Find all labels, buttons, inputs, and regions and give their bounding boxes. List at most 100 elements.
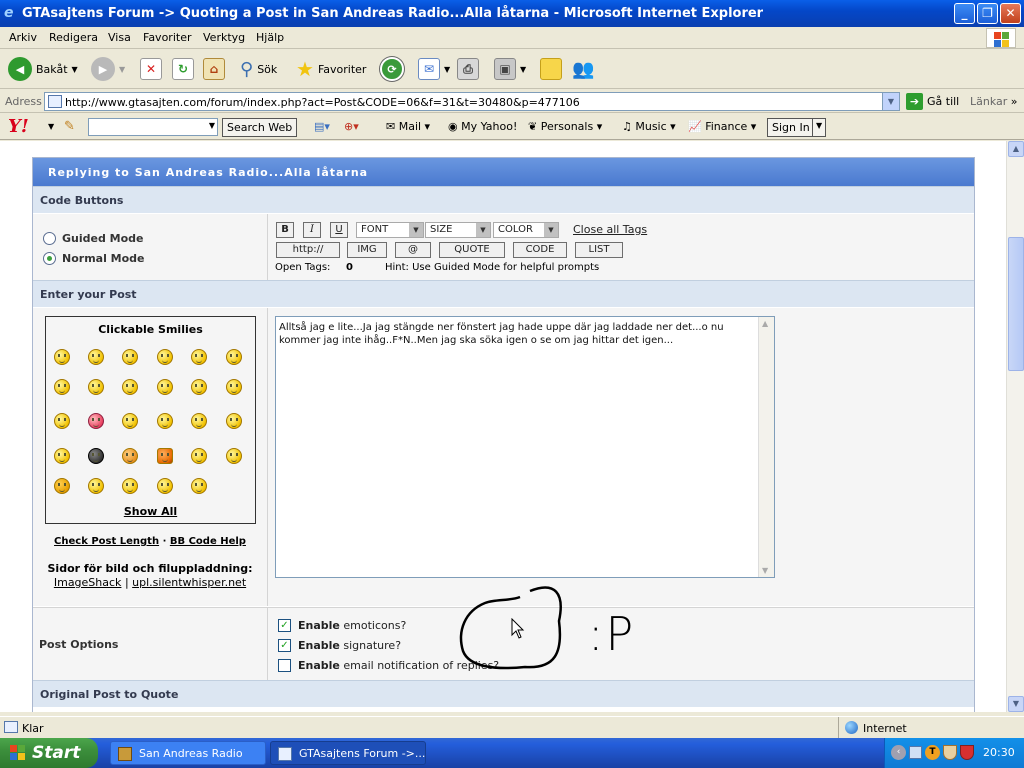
smiley-shocked-icon[interactable] — [54, 478, 70, 494]
t-tray-icon[interactable]: T — [925, 745, 940, 760]
italic-button[interactable]: I — [303, 222, 321, 238]
scroll-up-icon[interactable]: ▲ — [762, 319, 768, 328]
font-select[interactable]: FONT ▼ — [356, 222, 424, 238]
go-button[interactable]: ➔ Gå till — [906, 93, 959, 110]
smiley-icon[interactable] — [122, 448, 138, 464]
emoticons-checkbox[interactable]: ✓ Enable emoticons? — [278, 619, 406, 632]
smiley-icon[interactable] — [226, 349, 242, 365]
menu-verktyg[interactable]: Verktyg — [203, 31, 245, 44]
smiley-icon[interactable] — [226, 448, 242, 464]
yahoo-logo[interactable]: Y! — [8, 116, 29, 137]
show-all-smilies-link[interactable]: Show All — [46, 505, 255, 518]
tray-collapse-icon[interactable]: ‹ — [891, 745, 906, 760]
yahoo-search-input[interactable]: ▼ — [88, 118, 218, 136]
maximize-button[interactable]: ❐ — [977, 3, 998, 24]
favorites-button[interactable]: ★ Favoriter — [296, 55, 366, 83]
smiley-icon[interactable] — [157, 349, 173, 365]
yahoo-my-yahoo[interactable]: ◉ My Yahoo! — [448, 120, 517, 133]
taskbar-item-forum[interactable]: GTAsajtens Forum ->... — [270, 741, 426, 765]
messenger-button[interactable]: 👥 — [572, 55, 594, 83]
smiley-icon[interactable] — [191, 478, 207, 494]
scroll-up-icon[interactable]: ▲ — [1008, 141, 1024, 157]
back-dropdown-icon[interactable]: ▼ — [72, 65, 78, 74]
start-button[interactable]: Start — [0, 738, 98, 768]
sign-in-dropdown-icon[interactable]: ▼ — [812, 118, 827, 137]
underline-button[interactable]: U — [330, 222, 348, 238]
img-button[interactable]: IMG — [347, 242, 387, 258]
smiley-love-icon[interactable] — [88, 413, 104, 429]
smiley-icon[interactable] — [54, 349, 70, 365]
yahoo-finance[interactable]: 📈 Finance ▾ — [688, 120, 756, 133]
yahoo-music[interactable]: ♫ Music ▾ — [622, 120, 676, 133]
quote-button[interactable]: QUOTE — [439, 242, 505, 258]
smiley-icon[interactable] — [122, 478, 138, 494]
forward-dropdown-icon[interactable]: ▼ — [119, 65, 125, 74]
guided-mode-radio[interactable]: Guided Mode — [43, 232, 144, 245]
smiley-icon[interactable] — [88, 349, 104, 365]
mail-button[interactable]: ✉ ▼ — [418, 55, 450, 83]
post-textarea[interactable]: Alltså jag e lite...Ja jag stängde ner f… — [275, 316, 775, 578]
smiley-icon[interactable] — [54, 379, 70, 395]
smiley-icon[interactable] — [54, 413, 70, 429]
shield-icon[interactable] — [943, 745, 957, 760]
edit-button[interactable]: ▣ ▼ — [494, 55, 526, 83]
address-input[interactable]: http://www.gtasajten.com/forum/index.php… — [44, 92, 900, 111]
yahoo-options-icon[interactable]: ▤▾ — [314, 120, 330, 133]
yahoo-personals[interactable]: ❦ Personals ▾ — [528, 120, 602, 133]
minimize-button[interactable]: _ — [954, 3, 975, 24]
smiley-icon[interactable] — [191, 349, 207, 365]
menu-visa[interactable]: Visa — [108, 31, 131, 44]
network-icon[interactable] — [909, 746, 922, 759]
smiley-icon[interactable] — [157, 379, 173, 395]
smiley-icon[interactable] — [226, 379, 242, 395]
bbcode-help-link[interactable]: BB Code Help — [170, 536, 246, 547]
smiley-icon[interactable] — [191, 413, 207, 429]
smiley-ninja-icon[interactable] — [88, 448, 104, 464]
smiley-icon[interactable] — [191, 379, 207, 395]
mail-dropdown-icon[interactable]: ▼ — [444, 65, 450, 74]
smiley-icon[interactable] — [88, 478, 104, 494]
menu-favoriter[interactable]: Favoriter — [143, 31, 191, 44]
window-title-bar[interactable]: e GTAsajtens Forum -> Quoting a Post in … — [0, 0, 1024, 27]
signature-checkbox[interactable]: ✓ Enable signature? — [278, 639, 401, 652]
links-toolbar[interactable]: Länkar » — [970, 95, 1018, 108]
silentwhisper-link[interactable]: upl.silentwhisper.net — [132, 576, 246, 589]
edit-dropdown-icon[interactable]: ▼ — [520, 65, 526, 74]
url-button[interactable]: http:// — [276, 242, 340, 258]
scroll-thumb[interactable] — [1008, 237, 1024, 371]
home-button[interactable]: ⌂ — [203, 55, 225, 83]
yahoo-mail[interactable]: ✉ Mail ▾ — [386, 120, 430, 133]
smiley-icon[interactable] — [88, 379, 104, 395]
list-button[interactable]: LIST — [575, 242, 623, 258]
back-button[interactable]: ◀ Bakåt ▼ — [8, 55, 78, 83]
smiley-icon[interactable] — [122, 379, 138, 395]
smiley-icon[interactable] — [157, 413, 173, 429]
smiley-icon[interactable] — [122, 413, 138, 429]
imageshack-link[interactable]: ImageShack — [54, 576, 122, 589]
refresh-button[interactable]: ↻ — [172, 55, 194, 83]
page-scrollbar[interactable]: ▲ ▼ — [1006, 141, 1024, 712]
check-post-length-link[interactable]: Check Post Length — [54, 536, 159, 547]
smiley-icon[interactable] — [226, 413, 242, 429]
print-button[interactable]: ⎙ — [457, 55, 479, 83]
close-button[interactable]: ✕ — [1000, 3, 1021, 24]
smiley-icon[interactable] — [191, 448, 207, 464]
color-select[interactable]: COLOR ▼ — [493, 222, 559, 238]
address-dropdown-icon[interactable]: ▼ — [882, 93, 899, 110]
menu-redigera[interactable]: Redigera — [49, 31, 98, 44]
yahoo-search-button[interactable]: Search Web — [222, 118, 298, 137]
yahoo-sign-in-button[interactable]: Sign In — [767, 118, 815, 137]
close-all-tags-link[interactable]: Close all Tags — [573, 223, 647, 236]
normal-mode-radio[interactable]: Normal Mode — [43, 252, 145, 265]
scroll-down-icon[interactable]: ▼ — [762, 566, 768, 575]
email-button[interactable]: @ — [395, 242, 431, 258]
address-url[interactable]: http://www.gtasajten.com/forum/index.php… — [65, 96, 580, 109]
scroll-down-icon[interactable]: ▼ — [1008, 696, 1024, 712]
smiley-icon[interactable] — [122, 349, 138, 365]
clock[interactable]: 20:30 — [983, 746, 1015, 759]
menu-hjalp[interactable]: Hjälp — [256, 31, 284, 44]
search-button[interactable]: ⚲ Sök — [240, 55, 277, 83]
menu-arkiv[interactable]: Arkiv — [9, 31, 37, 44]
forward-button[interactable]: ▶ ▼ — [91, 55, 125, 83]
yahoo-dropdown-icon[interactable]: ▼ — [48, 122, 54, 131]
